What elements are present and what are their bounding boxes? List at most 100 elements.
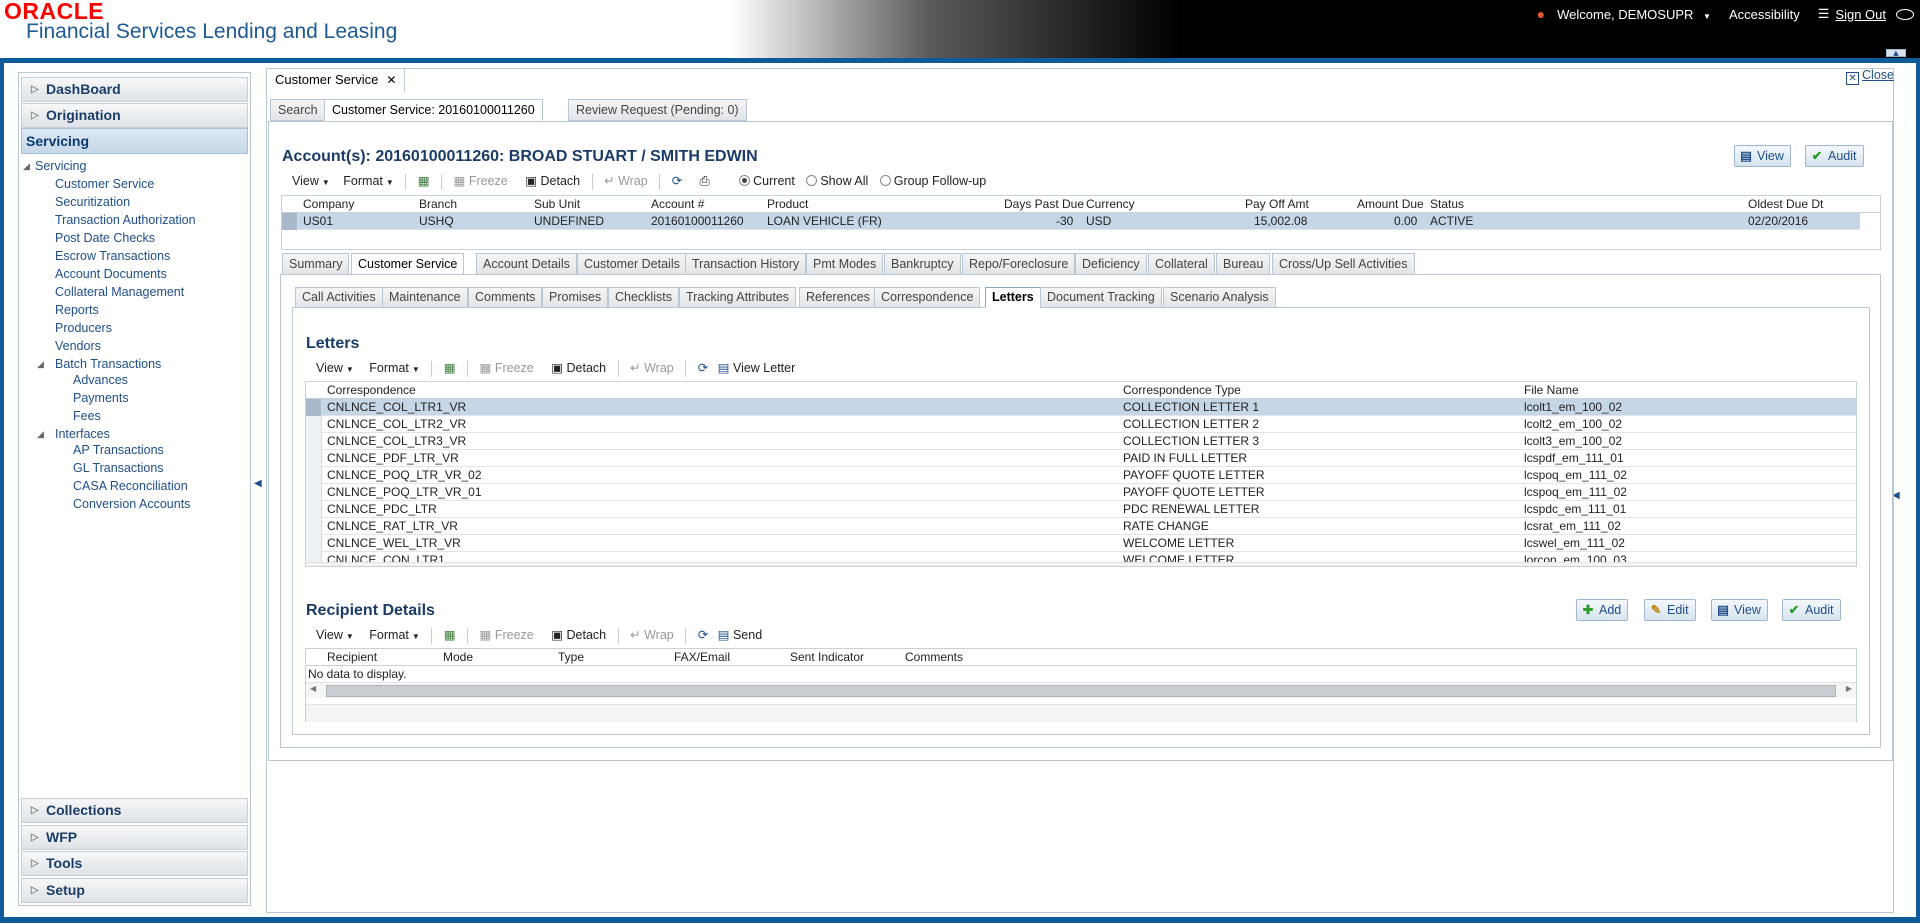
scroll-right-icon[interactable]: ▶ bbox=[1846, 684, 1852, 693]
view-button[interactable]: ▤ View bbox=[1734, 145, 1791, 167]
col-file-name[interactable]: File Name bbox=[1524, 383, 1579, 397]
tree-item-conversion-accounts[interactable]: Conversion Accounts bbox=[73, 497, 190, 511]
row-selector[interactable] bbox=[306, 518, 322, 535]
tab-references[interactable]: References bbox=[799, 287, 877, 308]
audit-button[interactable]: ✔ Audit bbox=[1805, 145, 1864, 167]
col-status[interactable]: Status bbox=[1430, 197, 1464, 211]
row-selector[interactable] bbox=[306, 416, 322, 433]
table-row[interactable]: CNLNCE_POQ_LTR_VR_02 PAYOFF QUOTE LETTER l… bbox=[306, 467, 1856, 484]
col-fax-email[interactable]: FAX/Email bbox=[674, 650, 730, 664]
tree-item-fees[interactable]: Fees bbox=[73, 409, 101, 423]
col-account-number[interactable]: Account # bbox=[651, 197, 704, 211]
tab-customer-service[interactable]: Customer Service ✕ bbox=[266, 68, 406, 92]
freeze-button[interactable]: ▦ Freeze bbox=[480, 361, 534, 375]
nav-setup[interactable]: ▷ Setup bbox=[21, 878, 248, 903]
add-recipient-button[interactable]: ✚ Add bbox=[1576, 599, 1629, 621]
tab-transaction-history[interactable]: Transaction History bbox=[685, 253, 807, 275]
radio-show-all[interactable]: Show All bbox=[798, 174, 868, 188]
table-row[interactable]: CNLNCE_COL_LTR3_VR COLLECTION LETTER 3 lco… bbox=[306, 433, 1856, 450]
tree-item-post-date-checks[interactable]: Post Date Checks bbox=[55, 231, 155, 245]
row-selector[interactable] bbox=[306, 433, 322, 450]
view-letter-button[interactable]: ▤ View Letter bbox=[718, 361, 796, 375]
tree-batch-transactions[interactable]: ◢ Batch Transactions bbox=[37, 357, 161, 371]
detach-button[interactable]: ▣ Detach bbox=[551, 361, 606, 375]
tab-comments[interactable]: Comments bbox=[468, 287, 543, 308]
view-menu[interactable]: View ▼ bbox=[316, 361, 354, 375]
subtab-customer-service-account[interactable]: Customer Service: 20160100011260 bbox=[324, 99, 543, 121]
row-selector[interactable] bbox=[306, 450, 322, 467]
wrap-button[interactable]: ↵ Wrap bbox=[604, 174, 648, 188]
col-correspondence[interactable]: Correspondence bbox=[327, 383, 416, 397]
audit-recipient-button[interactable]: ✔ Audit bbox=[1782, 599, 1841, 621]
col-correspondence-type[interactable]: Correspondence Type bbox=[1123, 383, 1241, 397]
tree-item-producers[interactable]: Producers bbox=[55, 321, 112, 335]
refresh-icon[interactable]: ⟳ bbox=[698, 361, 708, 375]
tab-correspondence[interactable]: Correspondence bbox=[874, 287, 981, 308]
accessibility-link[interactable]: Accessibility bbox=[1729, 7, 1800, 22]
col-company[interactable]: Company bbox=[303, 197, 354, 211]
tree-item-escrow-transactions[interactable]: Escrow Transactions bbox=[55, 249, 170, 263]
tree-item-collateral-management[interactable]: Collateral Management bbox=[55, 285, 184, 299]
export-icon[interactable]: ▦ bbox=[418, 174, 430, 188]
detach-button[interactable]: ▣ Detach bbox=[525, 174, 580, 188]
tab-customer-details[interactable]: Customer Details bbox=[577, 253, 687, 275]
tree-item-reports[interactable]: Reports bbox=[55, 303, 99, 317]
nav-dashboard[interactable]: ▷ DashBoard bbox=[21, 77, 248, 102]
wrap-button[interactable]: ↵ Wrap bbox=[630, 361, 674, 375]
print-icon[interactable]: ⎙ bbox=[700, 174, 710, 188]
row-selector[interactable] bbox=[306, 484, 322, 501]
col-product[interactable]: Product bbox=[767, 197, 808, 211]
col-sent-indicator[interactable]: Sent Indicator bbox=[790, 650, 864, 664]
col-oldest-due-dt[interactable]: Oldest Due Dt bbox=[1748, 197, 1823, 211]
detach-button[interactable]: ▣ Detach bbox=[551, 628, 606, 642]
tree-item-casa-reconciliation[interactable]: CASA Reconciliation bbox=[73, 479, 188, 493]
tree-item-gl-transactions[interactable]: GL Transactions bbox=[73, 461, 164, 475]
tab-cross-up-sell[interactable]: Cross/Up Sell Activities bbox=[1272, 253, 1415, 275]
tree-item-securitization[interactable]: Securitization bbox=[55, 195, 130, 209]
freeze-button[interactable]: ▦ Freeze bbox=[480, 628, 534, 642]
tree-item-ap-transactions[interactable]: AP Transactions bbox=[73, 443, 164, 457]
format-menu[interactable]: Format ▼ bbox=[343, 174, 394, 188]
format-menu[interactable]: Format ▼ bbox=[369, 361, 420, 375]
format-menu[interactable]: Format ▼ bbox=[369, 628, 420, 642]
col-branch[interactable]: Branch bbox=[419, 197, 457, 211]
tab-bankruptcy[interactable]: Bankruptcy bbox=[884, 253, 961, 275]
refresh-icon[interactable]: ⟳ bbox=[672, 174, 682, 188]
row-selector[interactable] bbox=[306, 501, 322, 518]
close-tab-icon[interactable]: ✕ bbox=[386, 73, 396, 87]
edit-recipient-button[interactable]: ✎ Edit bbox=[1644, 599, 1696, 621]
table-row[interactable]: CNLNCE_COL_LTR1_VR COLLECTION LETTER 1 lco… bbox=[306, 399, 1856, 416]
tree-item-transaction-authorization[interactable]: Transaction Authorization bbox=[55, 213, 196, 227]
subtab-review-request[interactable]: Review Request (Pending: 0) bbox=[568, 99, 747, 121]
tree-item-advances[interactable]: Advances bbox=[73, 373, 128, 387]
table-row[interactable]: US01 USHQ UNDEFINED 20160100011260 LOAN … bbox=[282, 213, 1860, 230]
col-currency[interactable]: Currency bbox=[1086, 197, 1135, 211]
table-row[interactable]: CNLNCE_RAT_LTR_VR RATE CHANGE lcsrat_em_11… bbox=[306, 518, 1856, 535]
horizontal-scrollbar[interactable]: ◀ ▶ bbox=[306, 682, 1856, 698]
tab-summary[interactable]: Summary bbox=[282, 253, 350, 275]
tab-customer-service[interactable]: Customer Service bbox=[351, 253, 465, 275]
radio-current[interactable]: Current bbox=[731, 174, 795, 188]
tab-repo-foreclosure[interactable]: Repo/Foreclosure bbox=[962, 253, 1076, 275]
tab-call-activities[interactable]: Call Activities bbox=[295, 287, 383, 308]
tab-scenario-analysis[interactable]: Scenario Analysis bbox=[1163, 287, 1276, 308]
tab-promises[interactable]: Promises bbox=[542, 287, 609, 308]
table-row[interactable]: CNLNCE_PDF_LTR_VR PAID IN FULL LETTER lcsp… bbox=[306, 450, 1856, 467]
tab-letters[interactable]: Letters bbox=[985, 287, 1041, 308]
wrap-button[interactable]: ↵ Wrap bbox=[630, 628, 674, 642]
close-link[interactable]: ✕ Close bbox=[1846, 68, 1894, 85]
tree-item-vendors[interactable]: Vendors bbox=[55, 339, 101, 353]
export-icon[interactable]: ▦ bbox=[444, 361, 456, 375]
nav-servicing[interactable]: Servicing bbox=[21, 128, 248, 154]
col-comments[interactable]: Comments bbox=[905, 650, 963, 664]
tab-deficiency[interactable]: Deficiency bbox=[1075, 253, 1147, 275]
nav-wfp[interactable]: ▷ WFP bbox=[21, 825, 248, 850]
table-row[interactable]: CNLNCE_WEL_LTR_VR WELCOME LETTER lcswel_em… bbox=[306, 535, 1856, 552]
table-row[interactable]: CNLNCE_PDC_LTR PDC RENEWAL LETTER lcspdc_e… bbox=[306, 501, 1856, 518]
tree-item-payments[interactable]: Payments bbox=[73, 391, 129, 405]
help-icon[interactable] bbox=[1896, 8, 1914, 20]
row-selector[interactable] bbox=[306, 535, 322, 552]
row-selector[interactable] bbox=[306, 399, 322, 416]
col-days-past-due[interactable]: Days Past Due bbox=[1004, 197, 1084, 211]
tab-checklists[interactable]: Checklists bbox=[608, 287, 679, 308]
